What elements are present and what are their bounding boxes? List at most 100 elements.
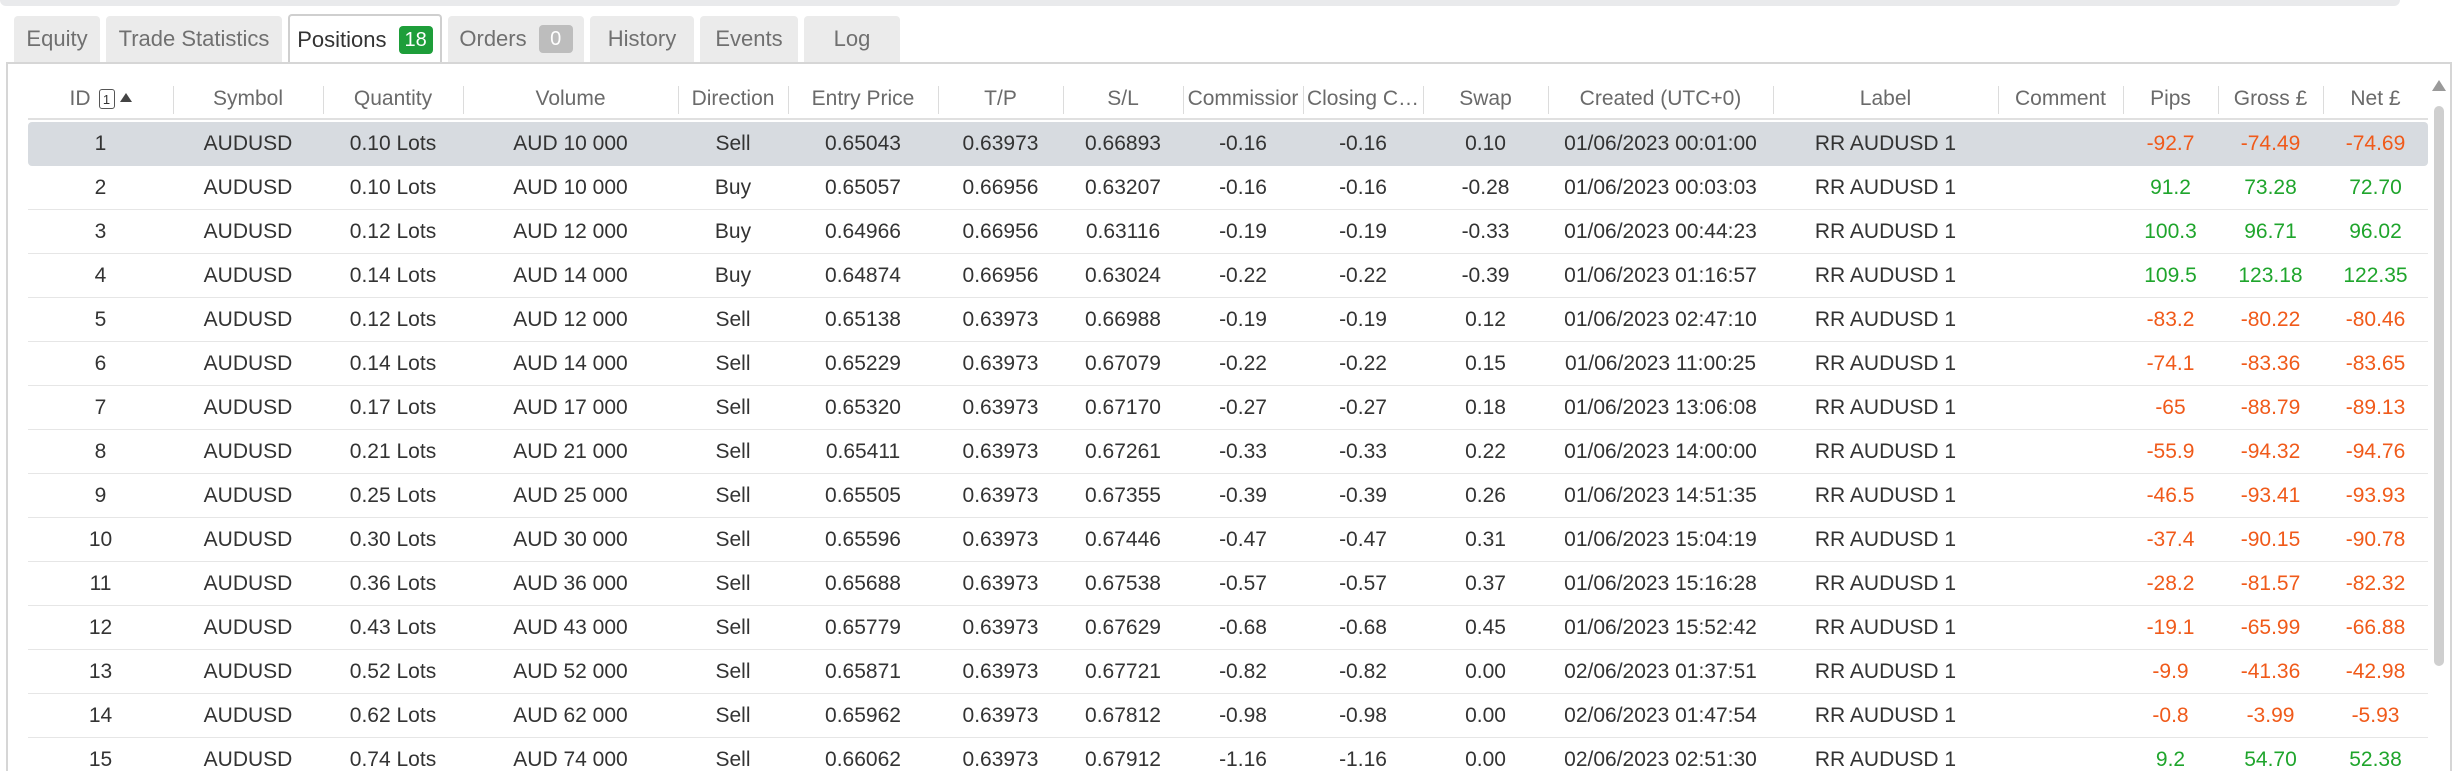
table-row[interactable]: 3 AUDUSD 0.12 Lots AUD 12 000 Buy 0.64966 0.66… — [28, 210, 2428, 254]
table-row[interactable]: 6 AUDUSD 0.14 Lots AUD 14 000 Sell 0.65229 0.6… — [28, 342, 2428, 386]
table-row[interactable]: 9 AUDUSD 0.25 Lots AUD 25 000 Sell 0.65505 0.6… — [28, 474, 2428, 518]
column-resize-handle[interactable] — [1548, 86, 1549, 114]
tab-positions[interactable]: Positions 18 — [288, 14, 442, 64]
column-resize-handle[interactable] — [463, 86, 464, 114]
table-row[interactable]: 7 AUDUSD 0.17 Lots AUD 17 000 Sell 0.65320 0.6… — [28, 386, 2428, 430]
cell-swap: 0.00 — [1465, 660, 1506, 683]
cell-quantity: 0.14 Lots — [349, 352, 437, 375]
column-header-comment[interactable]: Comment — [1998, 78, 2123, 120]
cell-swap: 0.31 — [1465, 528, 1506, 551]
table-row[interactable]: 2 AUDUSD 0.10 Lots AUD 10 000 Buy 0.65057 0.66… — [28, 166, 2428, 210]
scroll-up-arrow-icon[interactable] — [2432, 80, 2446, 91]
cell-pips: -28.2 — [2146, 572, 2195, 595]
table-row[interactable]: 15 AUDUSD 0.74 Lots AUD 74 000 Sell 0.66062 0.… — [28, 738, 2428, 771]
cell-pips: -46.5 — [2146, 484, 2195, 507]
column-resize-handle[interactable] — [938, 86, 939, 114]
column-resize-handle[interactable] — [173, 86, 174, 114]
tab-history[interactable]: History — [590, 16, 694, 62]
cell-id: 1 — [94, 132, 107, 155]
tab-label: Log — [833, 26, 871, 51]
column-resize-handle[interactable] — [1423, 86, 1424, 114]
cell-entry: 0.65505 — [825, 484, 901, 507]
column-resize-handle[interactable] — [1773, 86, 1774, 114]
column-header-pips[interactable]: Pips — [2123, 78, 2218, 120]
cell-label: RR AUDUSD 1 — [1814, 748, 1957, 771]
column-resize-handle[interactable] — [1063, 86, 1064, 114]
column-resize-handle[interactable] — [678, 86, 679, 114]
cell-quantity: 0.10 Lots — [349, 176, 437, 199]
table-row[interactable]: 8 AUDUSD 0.21 Lots AUD 21 000 Sell 0.65411 0.6… — [28, 430, 2428, 474]
column-header-closing[interactable]: Closing C… — [1303, 78, 1423, 120]
table-row[interactable]: 1 AUDUSD 0.10 Lots AUD 10 000 Sell 0.65043 0.6… — [28, 122, 2428, 166]
column-header-label[interactable]: Label — [1773, 78, 1998, 120]
column-header-entry[interactable]: Entry Price — [788, 78, 938, 120]
cell-id: 5 — [94, 308, 107, 331]
column-resize-handle[interactable] — [323, 86, 324, 114]
cell-quantity: 0.62 Lots — [349, 704, 437, 727]
column-resize-handle[interactable] — [2323, 86, 2324, 114]
cell-direction: Sell — [715, 616, 751, 639]
column-resize-handle[interactable] — [788, 86, 789, 114]
scrollbar-thumb[interactable] — [2434, 106, 2444, 666]
cell-created: 01/06/2023 14:51:35 — [1564, 484, 1757, 507]
column-header-tp[interactable]: T/P — [938, 78, 1063, 120]
column-header-gross[interactable]: Gross £ — [2218, 78, 2323, 120]
table-row[interactable]: 12 AUDUSD 0.43 Lots AUD 43 000 Sell 0.65779 0.… — [28, 606, 2428, 650]
cell-entry: 0.64966 — [825, 220, 901, 243]
column-header-sl[interactable]: S/L — [1063, 78, 1183, 120]
table-row[interactable]: 4 AUDUSD 0.14 Lots AUD 14 000 Buy 0.64874 0.66… — [28, 254, 2428, 298]
cell-symbol: AUDUSD — [203, 352, 293, 375]
cell-pips: -65 — [2155, 396, 2186, 419]
column-resize-handle[interactable] — [2218, 86, 2219, 114]
column-header-id[interactable]: ID 1 — [28, 78, 173, 120]
cell-pips: -74.1 — [2146, 352, 2195, 375]
cell-direction: Sell — [715, 704, 751, 727]
column-header-label: Created (UTC+0) — [1579, 87, 1742, 110]
table-row[interactable]: 10 AUDUSD 0.30 Lots AUD 30 000 Sell 0.65596 0.… — [28, 518, 2428, 562]
column-header-volume[interactable]: Volume — [463, 78, 678, 120]
cell-created: 01/06/2023 01:16:57 — [1564, 264, 1757, 287]
tab-trade-statistics[interactable]: Trade Statistics — [106, 16, 282, 62]
column-header-quantity[interactable]: Quantity — [323, 78, 463, 120]
vertical-scrollbar[interactable] — [2432, 80, 2446, 771]
table-row[interactable]: 5 AUDUSD 0.12 Lots AUD 12 000 Sell 0.65138 0.6… — [28, 298, 2428, 342]
cell-gross: -3.99 — [2246, 704, 2295, 727]
column-header-symbol[interactable]: Symbol — [173, 78, 323, 120]
cell-entry: 0.65688 — [825, 572, 901, 595]
cell-gross: -88.79 — [2240, 396, 2301, 419]
cell-swap: 0.10 — [1465, 132, 1506, 155]
cell-net: -94.76 — [2345, 440, 2406, 463]
cell-net: 96.02 — [2349, 220, 2402, 243]
column-resize-handle[interactable] — [1303, 86, 1304, 114]
cell-symbol: AUDUSD — [203, 484, 293, 507]
column-resize-handle[interactable] — [2123, 86, 2124, 114]
column-header-net[interactable]: Net £ — [2323, 78, 2428, 120]
positions-panel: ID 1 Symbol Quantity Volume Direction Entry Pr… — [6, 62, 2452, 771]
cell-comment — [1998, 342, 2123, 386]
cell-commission: -0.39 — [1219, 484, 1267, 507]
column-header-swap[interactable]: Swap — [1423, 78, 1548, 120]
column-header-created[interactable]: Created (UTC+0) — [1548, 78, 1773, 120]
cell-tp: 0.63973 — [962, 396, 1039, 419]
tab-log[interactable]: Log — [804, 16, 900, 62]
tab-orders[interactable]: Orders 0 — [448, 16, 584, 62]
table-row[interactable]: 14 AUDUSD 0.62 Lots AUD 62 000 Sell 0.65962 0.… — [28, 694, 2428, 738]
column-header-direction[interactable]: Direction — [678, 78, 788, 120]
cell-id: 12 — [88, 616, 113, 639]
cell-entry: 0.64874 — [825, 264, 901, 287]
cell-id: 2 — [94, 176, 107, 199]
tab-equity[interactable]: Equity — [14, 16, 100, 62]
column-header-commission[interactable]: Commissior — [1183, 78, 1303, 120]
cell-net: -89.13 — [2345, 396, 2406, 419]
table-row[interactable]: 13 AUDUSD 0.52 Lots AUD 52 000 Sell 0.65871 0.… — [28, 650, 2428, 694]
cell-closing: -0.19 — [1339, 220, 1387, 243]
cell-volume: AUD 10 000 — [513, 132, 628, 155]
column-resize-handle[interactable] — [1998, 86, 1999, 114]
tab-events[interactable]: Events — [700, 16, 798, 62]
cell-symbol: AUDUSD — [203, 440, 293, 463]
table-row[interactable]: 11 AUDUSD 0.36 Lots AUD 36 000 Sell 0.65688 0.… — [28, 562, 2428, 606]
cell-sl: 0.67170 — [1085, 396, 1161, 419]
cell-volume: AUD 25 000 — [513, 484, 628, 507]
cell-swap: 0.00 — [1465, 704, 1506, 727]
column-resize-handle[interactable] — [1183, 86, 1184, 114]
